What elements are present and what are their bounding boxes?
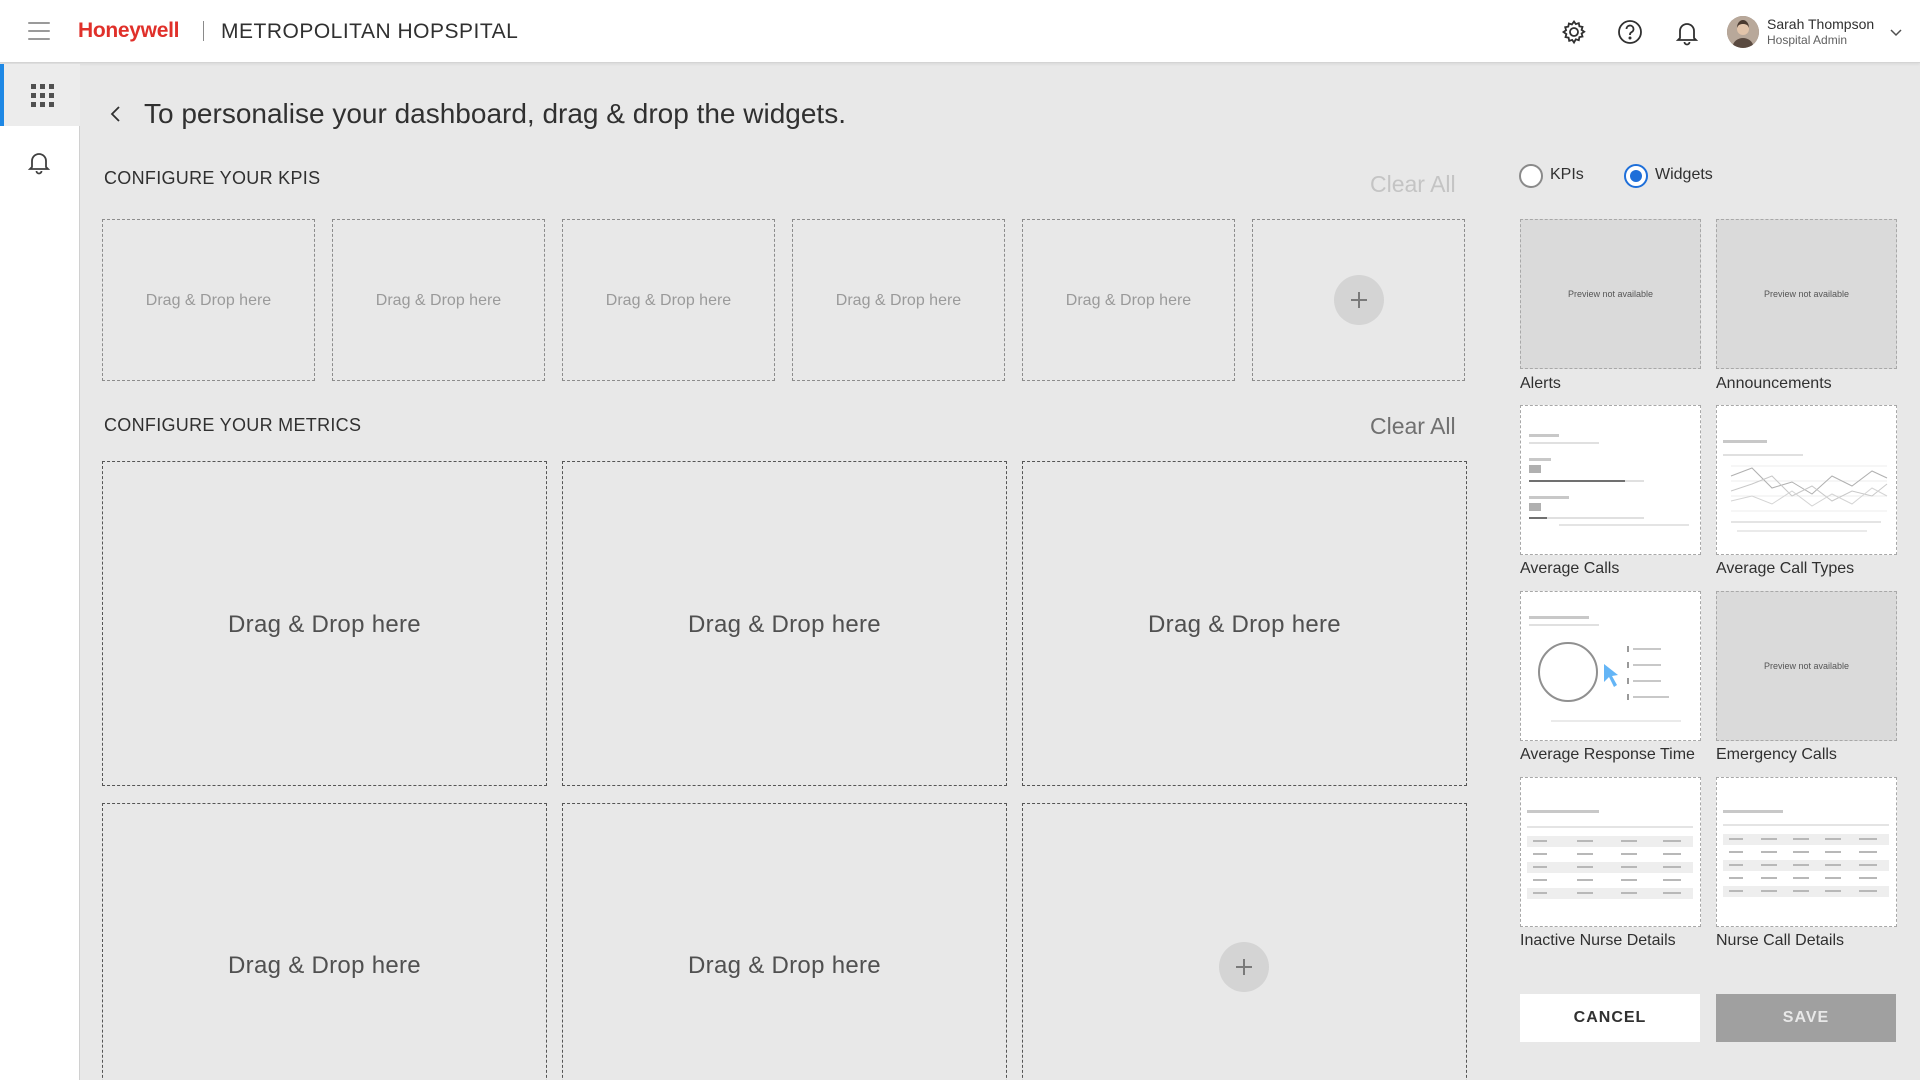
kpi-add-slot[interactable] — [1252, 219, 1465, 381]
drop-hint: Drag & Drop here — [688, 952, 881, 979]
widget-label: Inactive Nurse Details — [1520, 932, 1676, 949]
widget-card-nurse-call-details[interactable] — [1716, 777, 1897, 927]
kpi-drop-slot[interactable]: Drag & Drop here — [562, 219, 775, 381]
widget-card-average-call-types[interactable] — [1716, 405, 1897, 555]
kpi-drop-slot[interactable]: Drag & Drop here — [1022, 219, 1235, 381]
user-name: Sarah Thompson — [1767, 16, 1875, 32]
help-icon[interactable] — [1615, 17, 1645, 47]
drop-hint: Drag & Drop here — [688, 611, 881, 638]
widget-label: Emergency Calls — [1716, 746, 1837, 763]
metrics-section-title: CONFIGURE YOUR METRICS — [104, 415, 362, 435]
drop-hint: Drag & Drop here — [228, 952, 421, 979]
save-button[interactable]: SAVE — [1716, 994, 1896, 1042]
metric-drop-slot[interactable]: Drag & Drop here — [102, 461, 547, 786]
average-calls-preview — [1529, 434, 1689, 526]
metric-drop-slot[interactable]: Drag & Drop here — [102, 803, 547, 1080]
widget-label: Alerts — [1520, 375, 1561, 392]
brand-divider — [203, 21, 204, 41]
kpis-radio-label: KPIs — [1550, 166, 1584, 183]
hospital-name: METROPOLITAN HOPSPITAL — [221, 20, 519, 43]
metric-drop-slot[interactable]: Drag & Drop here — [562, 461, 1007, 786]
inactive-nurse-details-preview — [1527, 810, 1693, 912]
app-header: Honeywell METROPOLITAN HOPSPITAL Sarah T… — [0, 0, 1920, 63]
metrics-clear-all-button[interactable]: Clear All — [1370, 413, 1456, 440]
widget-label: Average Calls — [1520, 560, 1620, 577]
chevron-left-icon — [110, 106, 120, 122]
drop-hint: Drag & Drop here — [145, 292, 272, 309]
kpi-drop-slot[interactable]: Drag & Drop here — [792, 219, 1005, 381]
nurse-call-details-preview — [1723, 810, 1889, 910]
kpi-section-title: CONFIGURE YOUR KPIS — [104, 168, 321, 188]
drop-hint: Drag & Drop here — [605, 292, 732, 309]
brand-logo: Honeywell — [78, 19, 180, 42]
average-call-types-preview — [1723, 440, 1888, 532]
page-title: To personalise your dashboard, drag & dr… — [144, 98, 846, 129]
add-kpi-button[interactable] — [1334, 275, 1384, 325]
widget-card-emergency-calls[interactable]: Preview not available — [1716, 591, 1897, 741]
bell-icon — [27, 153, 51, 175]
no-preview-text: Preview not available — [1763, 661, 1850, 671]
widget-card-announcements[interactable]: Preview not available — [1716, 219, 1897, 369]
gear-icon[interactable] — [1559, 17, 1589, 47]
widget-card-inactive-nurse-details[interactable] — [1520, 777, 1701, 927]
kpis-radio[interactable] — [1519, 164, 1543, 188]
drop-hint: Drag & Drop here — [1148, 611, 1341, 638]
no-preview-text: Preview not available — [1763, 289, 1850, 299]
widgets-radio[interactable] — [1624, 164, 1648, 188]
widget-card-average-response-time[interactable] — [1520, 591, 1701, 741]
sidebar-item-dashboard[interactable] — [0, 64, 80, 126]
drop-hint: Drag & Drop here — [835, 292, 962, 309]
cancel-button[interactable]: CANCEL — [1520, 994, 1700, 1042]
kpi-drop-slot[interactable]: Drag & Drop here — [102, 219, 315, 381]
no-preview-text: Preview not available — [1567, 289, 1654, 299]
drop-hint: Drag & Drop here — [375, 292, 502, 309]
metric-add-slot[interactable] — [1022, 803, 1467, 1080]
widget-label: Announcements — [1716, 375, 1832, 392]
avatar[interactable] — [1727, 16, 1759, 48]
metric-drop-slot[interactable]: Drag & Drop here — [1022, 461, 1467, 786]
menu-icon[interactable] — [28, 22, 50, 40]
average-response-time-preview — [1529, 616, 1681, 722]
widget-card-alerts[interactable]: Preview not available — [1520, 219, 1701, 369]
chevron-down-icon[interactable] — [1888, 24, 1904, 40]
widget-card-average-calls[interactable] — [1520, 405, 1701, 555]
back-button[interactable] — [106, 101, 126, 127]
add-metric-button[interactable] — [1219, 942, 1269, 992]
widget-label: Average Response Time — [1520, 746, 1695, 763]
widget-label: Average Call Types — [1716, 560, 1855, 577]
widget-label: Nurse Call Details — [1716, 932, 1845, 949]
user-role: Hospital Admin — [1767, 33, 1848, 47]
widgets-radio-label: Widgets — [1655, 166, 1713, 183]
kpi-drop-slot[interactable]: Drag & Drop here — [332, 219, 545, 381]
drop-hint: Drag & Drop here — [1065, 292, 1192, 309]
metric-drop-slot[interactable]: Drag & Drop here — [562, 803, 1007, 1080]
sidebar — [0, 64, 80, 1080]
grid-icon — [31, 84, 54, 107]
drop-hint: Drag & Drop here — [228, 611, 421, 638]
kpi-clear-all-button[interactable]: Clear All — [1370, 171, 1456, 198]
bell-icon[interactable] — [1672, 17, 1702, 47]
sidebar-item-notifications[interactable] — [0, 130, 80, 192]
